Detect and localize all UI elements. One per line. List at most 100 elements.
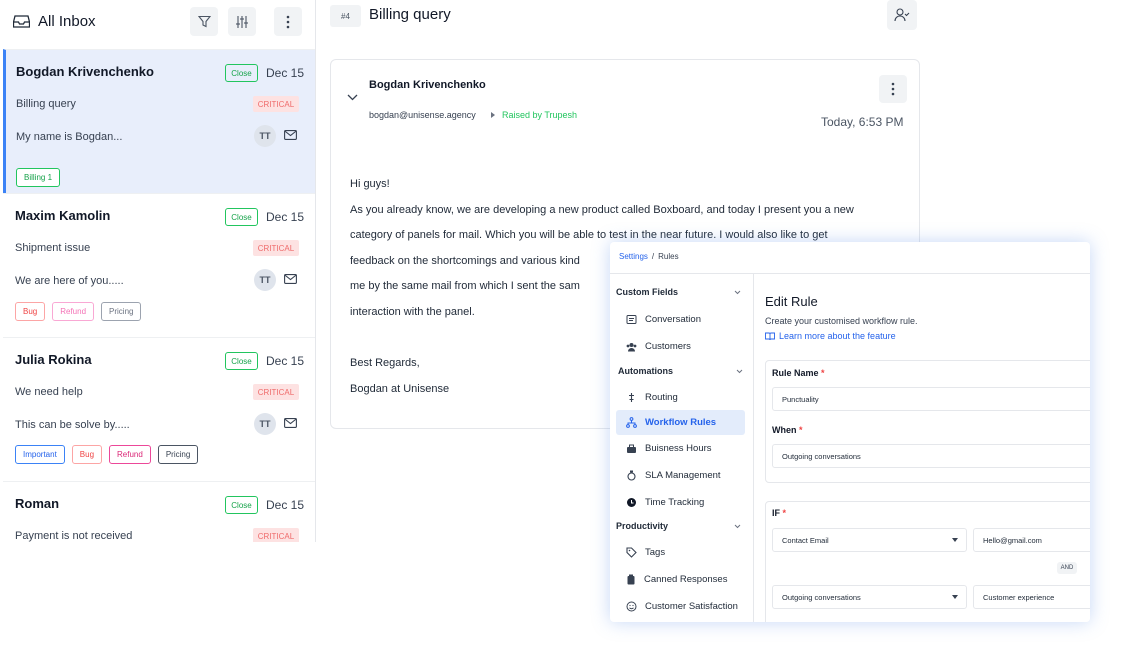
conversation-subject: Shipment issue — [15, 242, 91, 254]
conversation-preview: We are here of you..... — [15, 275, 124, 287]
more-button[interactable] — [274, 7, 302, 36]
conversation-subject: We need help — [15, 386, 83, 398]
users-icon — [626, 342, 637, 351]
avatar: TT — [254, 269, 276, 291]
close-button[interactable]: Close — [225, 352, 258, 370]
sliders-icon — [236, 15, 248, 28]
filter-button[interactable] — [190, 7, 218, 36]
condition-value-input[interactable]: Hello@gmail.com — [973, 528, 1090, 552]
section-productivity[interactable]: Productivity — [616, 521, 741, 531]
breadcrumb-settings[interactable]: Settings — [619, 252, 648, 261]
close-button[interactable]: Close — [225, 208, 258, 226]
conversation-date: Dec 15 — [266, 210, 305, 224]
condition-value-input[interactable]: Customer experience — [973, 585, 1090, 609]
conversation-title: Billing query — [369, 6, 451, 23]
nav-label: Customers — [645, 341, 691, 352]
conversation-item[interactable]: Maxim Kamolin Close Dec 15 Shipment issu… — [3, 193, 315, 337]
tag-list: Bug Refund Pricing — [15, 302, 142, 321]
chevron-down-icon — [734, 524, 741, 528]
workflow-icon — [626, 417, 637, 428]
nav-canned-responses[interactable]: Canned Responses — [616, 567, 745, 592]
conversation-item[interactable]: Roman Close Dec 15 Payment is not receiv… — [3, 481, 315, 542]
priority-badge: CRITICAL — [253, 96, 299, 112]
nav-label: Workflow Rules — [645, 417, 717, 428]
nav-time-tracking[interactable]: Time Tracking — [616, 490, 745, 515]
assign-button[interactable] — [887, 0, 917, 30]
section-automations[interactable]: Automations — [618, 366, 743, 376]
tag[interactable]: Refund — [52, 302, 95, 321]
nav-label: Conversation — [645, 314, 701, 325]
conversation-preview: This can be solve by..... — [15, 419, 130, 431]
canned-responses-icon — [627, 574, 635, 585]
tag[interactable]: Refund — [109, 445, 151, 464]
divider — [610, 273, 1090, 274]
avatar: TT — [254, 413, 276, 435]
close-button[interactable]: Close — [225, 496, 258, 514]
tag-icon — [626, 547, 637, 558]
mail-icon — [284, 418, 297, 428]
conversation-number: #4 — [330, 5, 361, 27]
inbox-title-label: All Inbox — [38, 13, 96, 30]
close-button[interactable]: Close — [225, 64, 258, 82]
nav-label: Time Tracking — [645, 497, 705, 508]
sender-name: Bogdan Krivenchenko — [369, 79, 486, 91]
if-conditions-card: IF * Contact Email Hello@gmail.com AND O… — [765, 501, 1090, 622]
more-vertical-icon — [286, 15, 290, 28]
nav-workflow-rules[interactable]: Workflow Rules — [616, 410, 745, 435]
nav-routing[interactable]: Routing — [616, 385, 745, 410]
nav-label: Canned Responses — [644, 574, 728, 585]
tag[interactable]: Bug — [71, 445, 103, 464]
tag-list: Billing 1 — [16, 168, 61, 187]
priority-badge: CRITICAL — [253, 528, 299, 542]
nav-business-hours[interactable]: Buisness Hours — [616, 436, 745, 461]
if-label: IF * — [772, 508, 786, 518]
nav-tags[interactable]: Tags — [616, 540, 745, 565]
tag[interactable]: Billing 1 — [16, 168, 61, 187]
inbox-header: All Inbox — [3, 0, 315, 46]
inbox-panel: All Inbox Bogdan Krivenchenko Close Dec … — [3, 0, 316, 542]
learn-more-link[interactable]: Learn more about the feature — [765, 331, 896, 341]
nav-customer-satisfaction[interactable]: Customer Satisfaction — [616, 594, 745, 619]
filter-icon — [197, 15, 211, 28]
rule-name-label: Rule Name * — [772, 368, 825, 378]
message-time: Today, 6:53 PM — [821, 115, 904, 129]
conversation-preview: My name is Bogdan... — [16, 131, 123, 143]
conversation-item[interactable]: Bogdan Krivenchenko Close Dec 15 Billing… — [3, 49, 315, 193]
nav-customers[interactable]: Customers — [616, 334, 745, 359]
business-hours-icon — [627, 444, 636, 453]
chevron-down-icon — [736, 369, 743, 373]
when-select[interactable]: Outgoing conversations — [772, 444, 1090, 468]
breadcrumb-separator: / — [651, 252, 655, 261]
label-text: When — [772, 425, 797, 435]
breadcrumb: Settings / Rules — [619, 252, 679, 261]
rule-name-input[interactable]: Punctuality — [772, 387, 1090, 411]
section-label: Automations — [618, 366, 673, 376]
learn-more-label: Learn more about the feature — [779, 331, 896, 341]
mail-icon — [284, 274, 297, 284]
section-custom-fields[interactable]: Custom Fields — [616, 287, 741, 297]
conversation-item[interactable]: Julia Rokina Close Dec 15 We need help C… — [3, 337, 315, 481]
label-text: Rule Name — [772, 368, 819, 378]
tag[interactable]: Pricing — [157, 445, 199, 464]
section-label: Productivity — [616, 521, 669, 531]
and-operator[interactable]: AND — [1057, 562, 1077, 574]
tag[interactable]: Important — [15, 445, 65, 464]
required-mark: * — [821, 368, 825, 378]
settings-panel: Settings / Rules Custom Fields Conversat… — [610, 242, 1090, 622]
nav-label: Tags — [645, 547, 666, 558]
raised-by: Raised by Trupesh — [502, 110, 578, 120]
message-more-button[interactable] — [879, 75, 907, 103]
contact-name: Julia Rokina — [15, 352, 92, 367]
condition-field-select[interactable]: Contact Email — [772, 528, 967, 552]
nav-conversation[interactable]: Conversation — [616, 307, 745, 332]
condition-field-select[interactable]: Outgoing conversations — [772, 585, 967, 609]
chevron-down-icon[interactable] — [347, 94, 358, 101]
adjust-button[interactable] — [228, 7, 256, 36]
tag[interactable]: Bug — [15, 302, 46, 321]
user-assign-icon — [894, 8, 910, 22]
nav-sla-management[interactable]: SLA Management — [616, 463, 745, 488]
contact-name: Bogdan Krivenchenko — [16, 64, 154, 79]
inbox-title[interactable]: All Inbox — [13, 13, 96, 30]
avatar: TT — [254, 125, 276, 147]
tag[interactable]: Pricing — [101, 302, 142, 321]
